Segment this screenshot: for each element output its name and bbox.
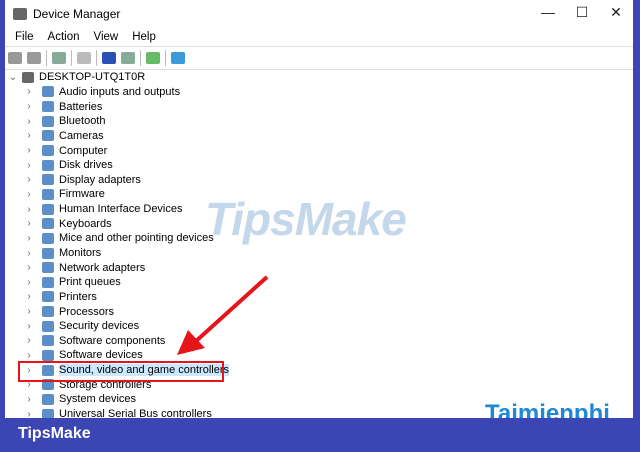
footer-brand: TipsMake [18,425,91,442]
highlight-box [18,361,224,382]
device-manager-window: Device Manager — ☐ ✕ File Action View He… [5,0,633,418]
red-arrow [177,275,269,355]
corner-watermark: Taimienphi [485,400,610,418]
